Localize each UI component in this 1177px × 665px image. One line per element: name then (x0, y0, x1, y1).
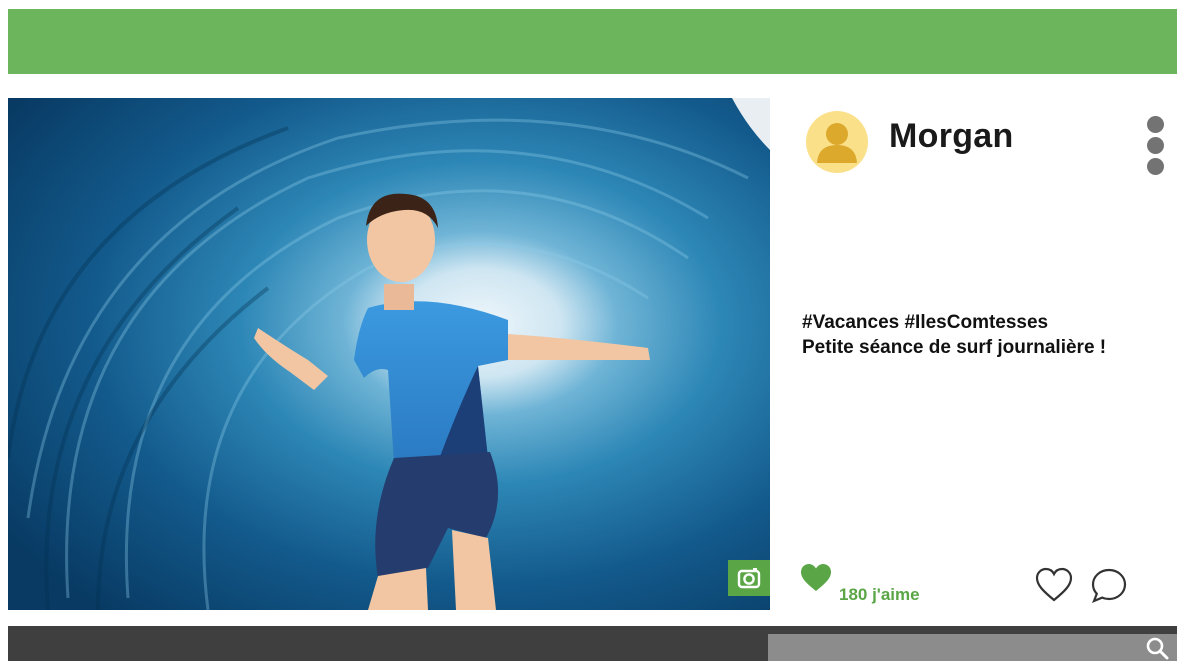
search-input[interactable] (778, 637, 1122, 661)
user-avatar-icon[interactable] (806, 111, 868, 173)
post-caption: #Vacances #IlesComtesses Petite séance d… (802, 310, 1172, 360)
heart-filled-icon[interactable] (800, 563, 832, 593)
heart-outline-icon[interactable] (1035, 567, 1073, 603)
surf-photo-illustration (8, 98, 770, 610)
vertical-ellipsis-icon[interactable] (1145, 116, 1167, 178)
post-photo[interactable] (8, 98, 770, 610)
caption-text: Petite séance de surf journalière ! (802, 337, 1107, 358)
top-header-bar (8, 9, 1177, 74)
caption-hashtags: #Vacances #IlesComtesses (802, 312, 1049, 333)
like-count: 180 j'aime (839, 585, 920, 604)
post-author-name[interactable]: Morgan (889, 117, 1014, 156)
search-box[interactable] (768, 634, 1177, 661)
camera-icon[interactable] (728, 560, 770, 596)
comment-bubble-icon[interactable] (1090, 567, 1128, 604)
search-icon[interactable] (1145, 636, 1169, 660)
